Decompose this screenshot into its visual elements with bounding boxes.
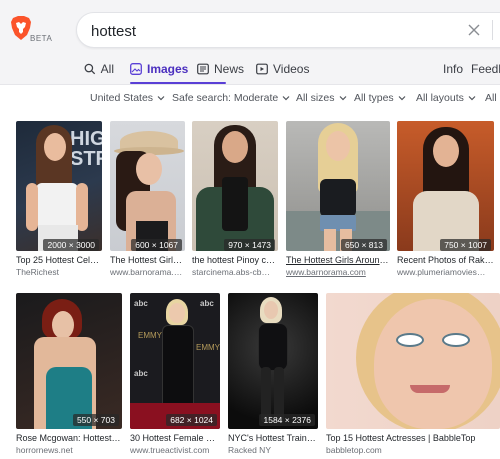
filter-size-label: All sizes [296,92,335,104]
filter-region-label: United States [90,92,154,104]
chevron-down-icon [157,96,165,101]
image-dimensions: 600 × 1067 [131,239,182,251]
image-result[interactable]: 600 × 1067 The Hottest Girls … www.barno… [110,121,185,277]
filter-size[interactable]: All sizes [296,92,347,104]
result-thumbnail[interactable] [192,121,278,251]
image-dimensions: 2000 × 3000 [43,239,99,251]
filter-layout-label: All layouts [416,92,464,104]
chevron-down-icon [398,96,406,101]
clear-icon[interactable] [466,22,482,38]
brave-lion-logo[interactable] [10,16,32,40]
result-source[interactable]: horrornews.net [16,445,122,455]
image-dimensions: 750 × 1007 [440,239,491,251]
image-result[interactable]: 550 × 703 Rose Mcgowan: Hottest … horror… [16,293,122,455]
tab-all[interactable]: All [84,62,114,84]
image-dimensions: 1584 × 2376 [259,414,315,426]
search-input[interactable] [89,21,453,41]
result-title[interactable]: NYC's Hottest Trainer… [228,433,318,443]
result-title[interactable]: 30 Hottest Female S… [130,433,220,443]
tab-info[interactable]: Info [443,62,463,76]
result-thumbnail[interactable] [326,293,500,429]
result-thumbnail[interactable]: HIGSTR [16,121,102,251]
header: BETA All Images News [0,0,500,84]
search-icon [84,63,96,75]
result-thumbnail[interactable] [286,121,390,251]
chevron-down-icon [468,96,476,101]
image-result[interactable]: 1584 × 2376 NYC's Hottest Trainer… Racke… [228,293,318,455]
result-source[interactable]: www.plumeriamovies… [397,267,494,277]
chevron-down-icon [339,96,346,101]
filter-layout[interactable]: All layouts [416,92,476,104]
search-divider [492,20,493,40]
image-result[interactable]: 750 × 1007 Recent Photos of Rakul… www.p… [397,121,494,277]
tab-videos[interactable]: Videos [256,62,316,84]
tab-all-label: All [100,62,114,76]
result-title[interactable]: The Hottest Girls … [110,255,185,265]
result-source[interactable]: TheRichest [16,267,102,277]
image-dimensions: 682 × 1024 [166,414,217,426]
filter-region[interactable]: United States [90,92,165,104]
result-thumbnail[interactable]: abc abc EMMYS EMMYS abc [130,293,220,429]
result-source[interactable]: www.barnorama.com [286,267,390,277]
image-result[interactable]: 650 × 813 The Hottest Girls Around … www… [286,121,390,277]
result-title[interactable]: Rose Mcgowan: Hottest … [16,433,122,443]
result-source[interactable]: www.trueactivist.com [130,445,220,455]
image-icon [130,63,142,75]
image-result[interactable]: abc abc EMMYS EMMYS abc 682 × 1024 30 Ho… [130,293,220,455]
result-source[interactable]: starcinema.abs-cb… [192,267,278,277]
filter-safe-search-label: Safe search: Moderate [172,92,279,104]
tab-news[interactable]: News [197,62,247,84]
result-thumbnail[interactable] [16,293,122,429]
image-result[interactable]: Top 15 Hottest Actresses | BabbleTop bab… [326,293,500,455]
result-title[interactable]: the hottest Pinoy c… [192,255,278,265]
video-icon [256,63,268,75]
image-result[interactable]: 970 × 1473 the hottest Pinoy c… starcine… [192,121,278,277]
result-title[interactable]: Recent Photos of Rakul… [397,255,494,265]
result-source[interactable]: www.barnorama.com [110,267,185,277]
filter-type[interactable]: All types [354,92,406,104]
filter-bar: United States Safe search: Moderate All … [0,84,500,113]
tab-feedback[interactable]: Feedb [471,62,500,76]
image-dimensions: 970 × 1473 [224,239,275,251]
result-title[interactable]: Top 15 Hottest Actresses | BabbleTop [326,433,500,443]
chevron-down-icon [282,96,290,101]
filter-color[interactable]: All c [485,92,500,104]
filter-safe-search[interactable]: Safe search: Moderate [172,92,290,104]
tab-videos-label: Videos [273,62,310,76]
result-thumbnail[interactable] [397,121,494,251]
result-thumbnail[interactable] [110,121,185,251]
image-dimensions: 650 × 813 [340,239,387,251]
image-result[interactable]: HIGSTR 2000 × 3000 Top 25 Hottest Cele… … [16,121,102,277]
result-title[interactable]: Top 25 Hottest Cele… [16,255,102,265]
tab-news-label: News [214,62,245,76]
filter-color-label: All c [485,92,500,104]
tab-images-label: Images [147,62,189,76]
image-dimensions: 550 × 703 [72,414,119,426]
beta-label: BETA [30,34,53,43]
result-source[interactable]: babbletop.com [326,445,500,455]
result-thumbnail[interactable] [228,293,318,429]
news-icon [197,63,209,75]
result-title[interactable]: The Hottest Girls Around … [286,255,390,265]
result-source[interactable]: Racked NY [228,445,318,455]
search-box[interactable] [76,12,500,48]
filter-type-label: All types [354,92,394,104]
